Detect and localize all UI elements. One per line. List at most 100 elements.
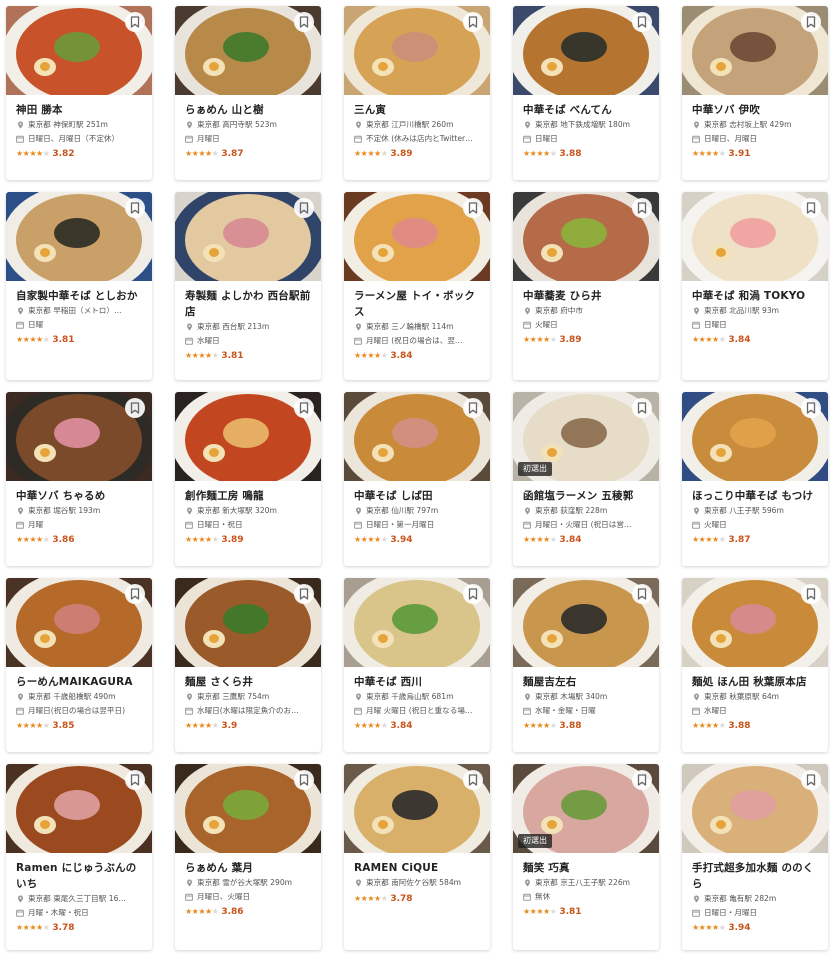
- restaurant-name[interactable]: 麺処 ほん田 秋葉原本店: [692, 674, 820, 690]
- bookmark-icon[interactable]: [125, 398, 145, 418]
- ramen-photo[interactable]: [6, 6, 152, 95]
- restaurant-card[interactable]: 中華ソバ ちゃるめ 東京都 堀谷駅 193m 月曜 ★★★★★ 3.86: [6, 392, 152, 566]
- restaurant-card[interactable]: 寿製麺 よしかわ 西台駅前店 東京都 西台駅 213m 水曜日 ★★★★★ 3.81: [175, 192, 321, 380]
- restaurant-name[interactable]: らぁめん 山と樹: [185, 102, 313, 118]
- ramen-photo[interactable]: 初選出: [513, 764, 659, 853]
- ramen-photo[interactable]: [682, 192, 828, 281]
- restaurant-name[interactable]: 中華そば べんてん: [523, 102, 651, 118]
- restaurant-name[interactable]: 麺笑 巧真: [523, 860, 651, 876]
- restaurant-card[interactable]: らーめんMAIKAGURA 東京都 千歳船橋駅 490m 月曜日(祝日の場合は翌平日…: [6, 578, 152, 752]
- restaurant-card[interactable]: 中華蕎麦 ひら井 東京都 府中市 火曜日 ★★★★★ 3.89: [513, 192, 659, 380]
- ramen-photo[interactable]: [175, 764, 321, 853]
- restaurant-card[interactable]: RAMEN CiQUE 東京都 南阿佐ケ谷駅 584m ★★★★★ 3.78: [344, 764, 490, 950]
- ramen-photo[interactable]: [682, 764, 828, 853]
- restaurant-name[interactable]: 中華ソバ 伊吹: [692, 102, 820, 118]
- restaurant-name[interactable]: 神田 勝本: [16, 102, 144, 118]
- restaurant-name[interactable]: ほっこり中華そば もつけ: [692, 488, 820, 504]
- restaurant-card[interactable]: 三ん寅 東京都 江戸川橋駅 260m 不定休 (休みは店内とTwitter… ★★★★…: [344, 6, 490, 180]
- restaurant-name[interactable]: Ramen にじゅうぶんのいち: [16, 860, 144, 892]
- bookmark-icon[interactable]: [125, 770, 145, 790]
- ramen-photo[interactable]: [344, 392, 490, 481]
- restaurant-card[interactable]: 初選出 函館塩ラーメン 五稜郭 東京都 荻窪駅 228m 月曜日・火曜日 (祝日は営……: [513, 392, 659, 566]
- bookmark-icon[interactable]: [801, 198, 821, 218]
- restaurant-card[interactable]: 中華そば しば田 東京都 仙川駅 797m 日曜日・第一月曜日 ★★★★★ 3.94: [344, 392, 490, 566]
- restaurant-name[interactable]: ラーメン屋 トイ・ボックス: [354, 288, 482, 320]
- bookmark-icon[interactable]: [294, 770, 314, 790]
- restaurant-card[interactable]: 初選出 麺笑 巧真 東京都 京王八王子駅 226m 無休 ★★★★★ 3.81: [513, 764, 659, 950]
- bookmark-icon[interactable]: [632, 12, 652, 32]
- ramen-photo[interactable]: [6, 392, 152, 481]
- restaurant-card[interactable]: 手打式超多加水麺 ののくら 東京都 亀有駅 282m 日曜日・月曜日 ★★★★★ 3.9…: [682, 764, 828, 950]
- restaurant-name[interactable]: 中華蕎麦 ひら井: [523, 288, 651, 304]
- restaurant-name[interactable]: 自家製中華そば としおか: [16, 288, 144, 304]
- restaurant-name[interactable]: 創作麺工房 鳴龍: [185, 488, 313, 504]
- bookmark-icon[interactable]: [463, 770, 483, 790]
- restaurant-card[interactable]: ラーメン屋 トイ・ボックス 東京都 三ノ輪橋駅 114m 月曜日 (祝日の場合は、翌…: [344, 192, 490, 380]
- restaurant-name[interactable]: 函館塩ラーメン 五稜郭: [523, 488, 651, 504]
- ramen-photo[interactable]: [6, 764, 152, 853]
- restaurant-card[interactable]: 神田 勝本 東京都 神保町駅 251m 日曜日、月曜日（不定休） ★★★★★ 3.82: [6, 6, 152, 180]
- ramen-photo[interactable]: [513, 192, 659, 281]
- ramen-photo[interactable]: [175, 6, 321, 95]
- restaurant-name[interactable]: 中華そば 和渦 TOKYO: [692, 288, 820, 304]
- ramen-photo[interactable]: [344, 764, 490, 853]
- bookmark-icon[interactable]: [125, 12, 145, 32]
- bookmark-icon[interactable]: [632, 398, 652, 418]
- restaurant-name[interactable]: RAMEN CiQUE: [354, 860, 482, 876]
- bookmark-icon[interactable]: [632, 198, 652, 218]
- ramen-photo[interactable]: 初選出: [513, 392, 659, 481]
- restaurant-name[interactable]: 中華そば しば田: [354, 488, 482, 504]
- restaurant-card[interactable]: 麺屋 さくら井 東京都 三鷹駅 754m 水曜日(水曜は限定魚介のお… ★★★★★ 3.…: [175, 578, 321, 752]
- ramen-photo[interactable]: [513, 578, 659, 667]
- restaurant-card[interactable]: Ramen にじゅうぶんのいち 東京都 東尾久三丁目駅 16… 月曜・木曜・祝日 ★★…: [6, 764, 152, 950]
- restaurant-name[interactable]: らぁめん 葉月: [185, 860, 313, 876]
- ramen-photo[interactable]: [175, 192, 321, 281]
- restaurant-card[interactable]: らぁめん 山と樹 東京都 高円寺駅 523m 月曜日 ★★★★★ 3.87: [175, 6, 321, 180]
- bookmark-icon[interactable]: [463, 398, 483, 418]
- restaurant-card[interactable]: 中華そば 西川 東京都 千歳烏山駅 681m 月曜 火曜日 (祝日と重なる場… ★★★…: [344, 578, 490, 752]
- restaurant-card[interactable]: 創作麺工房 鳴龍 東京都 新大塚駅 320m 日曜日・祝日 ★★★★★ 3.89: [175, 392, 321, 566]
- restaurant-card[interactable]: 麺処 ほん田 秋葉原本店 東京都 秋葉原駅 64m 水曜日 ★★★★★ 3.88: [682, 578, 828, 752]
- restaurant-name[interactable]: 寿製麺 よしかわ 西台駅前店: [185, 288, 313, 320]
- bookmark-icon[interactable]: [294, 198, 314, 218]
- restaurant-card[interactable]: 麺屋吉左右 東京都 木場駅 340m 水曜・金曜・日曜 ★★★★★ 3.88: [513, 578, 659, 752]
- ramen-photo[interactable]: [344, 192, 490, 281]
- restaurant-card[interactable]: 中華そば 和渦 TOKYO 東京都 北品川駅 93m 日曜日 ★★★★★ 3.84: [682, 192, 828, 380]
- restaurant-card[interactable]: らぁめん 葉月 東京都 雪が谷大塚駅 290m 月曜日、火曜日 ★★★★★ 3.86: [175, 764, 321, 950]
- bookmark-icon[interactable]: [801, 770, 821, 790]
- bookmark-icon[interactable]: [632, 770, 652, 790]
- ramen-photo[interactable]: [682, 6, 828, 95]
- ramen-photo[interactable]: [682, 392, 828, 481]
- bookmark-icon[interactable]: [463, 584, 483, 604]
- ramen-photo[interactable]: [6, 578, 152, 667]
- restaurant-name[interactable]: らーめんMAIKAGURA: [16, 674, 144, 690]
- bookmark-icon[interactable]: [801, 584, 821, 604]
- bookmark-icon[interactable]: [294, 12, 314, 32]
- restaurant-card[interactable]: ほっこり中華そば もつけ 東京都 八王子駅 596m 火曜日 ★★★★★ 3.87: [682, 392, 828, 566]
- bookmark-icon[interactable]: [125, 584, 145, 604]
- bookmark-icon[interactable]: [801, 398, 821, 418]
- ramen-photo[interactable]: [6, 192, 152, 281]
- restaurant-name[interactable]: 麺屋吉左右: [523, 674, 651, 690]
- bookmark-icon[interactable]: [463, 198, 483, 218]
- restaurant-name[interactable]: 中華ソバ ちゃるめ: [16, 488, 144, 504]
- restaurant-name[interactable]: 麺屋 さくら井: [185, 674, 313, 690]
- bookmark-icon[interactable]: [632, 584, 652, 604]
- ramen-photo[interactable]: [344, 6, 490, 95]
- bookmark-icon[interactable]: [294, 398, 314, 418]
- ramen-photo[interactable]: [682, 578, 828, 667]
- restaurant-name[interactable]: 手打式超多加水麺 ののくら: [692, 860, 820, 892]
- restaurant-card[interactable]: 中華ソバ 伊吹 東京都 志村坂上駅 429m 日曜日、月曜日 ★★★★★ 3.91: [682, 6, 828, 180]
- restaurant-name[interactable]: 中華そば 西川: [354, 674, 482, 690]
- bookmark-icon[interactable]: [125, 198, 145, 218]
- bookmark-icon[interactable]: [294, 584, 314, 604]
- ramen-photo[interactable]: [513, 6, 659, 95]
- ramen-photo[interactable]: [344, 578, 490, 667]
- ramen-photo[interactable]: [175, 578, 321, 667]
- bookmark-icon[interactable]: [463, 12, 483, 32]
- restaurant-card[interactable]: 中華そば べんてん 東京都 地下鉄成増駅 180m 日曜日 ★★★★★ 3.88: [513, 6, 659, 180]
- restaurant-card[interactable]: 自家製中華そば としおか 東京都 早稲田（メトロ）… 日曜 ★★★★★ 3.81: [6, 192, 152, 380]
- ramen-photo[interactable]: [175, 392, 321, 481]
- bookmark-icon[interactable]: [801, 12, 821, 32]
- restaurant-name[interactable]: 三ん寅: [354, 102, 482, 118]
